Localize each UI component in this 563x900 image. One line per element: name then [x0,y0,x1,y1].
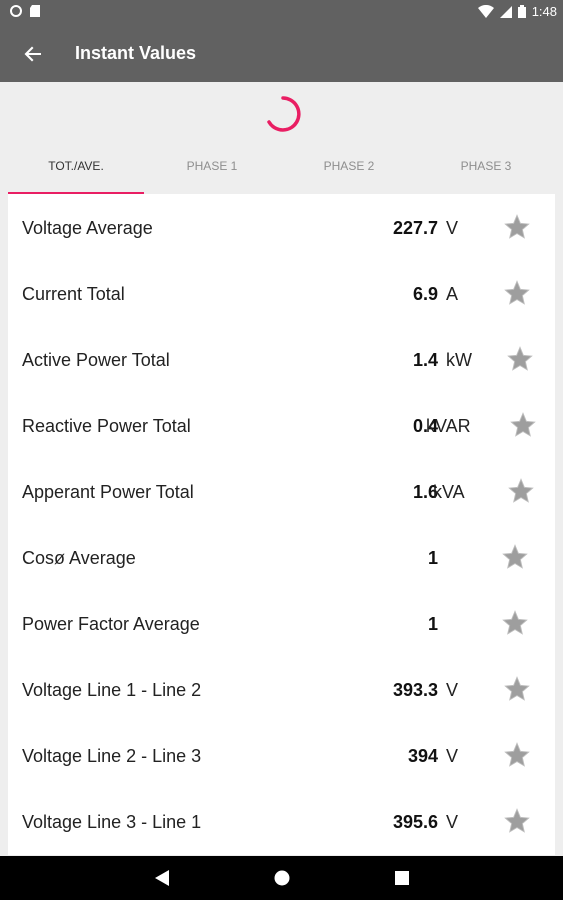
star-icon[interactable] [503,807,531,835]
star-icon[interactable] [503,213,531,241]
row-value: 394 [407,746,438,766]
row-value: 1 [427,548,438,568]
row-unit: kVAR [426,416,471,436]
row-value: 393.3 [392,680,438,700]
row-label: Voltage Average [22,218,153,238]
nav-back-button[interactable] [152,868,172,888]
row-value: 1.4 [412,350,438,370]
row-label: Power Factor Average [22,614,200,634]
row-label: Reactive Power Total [22,416,191,436]
row-unit: V [446,812,459,832]
star-icon[interactable] [503,279,531,307]
list-item: Power Factor Average 1 [8,591,555,658]
list-item: Voltage Line 2 - Line 3 394 V [8,723,555,790]
tab-phase-2[interactable]: PHASE 2 [281,146,417,194]
nav-home-icon [274,870,290,886]
clock: 1:48 [531,4,557,19]
row-label: Voltage Line 3 - Line 1 [22,812,202,832]
list-item: Voltage Average 227.7 V [8,195,555,262]
nav-home-button[interactable] [272,868,292,888]
star-icon[interactable] [503,675,531,703]
nav-recents-button[interactable] [392,868,412,888]
row-label: Apperant Power Total [22,482,194,502]
wifi-icon [477,5,494,18]
list-item: Reactive Power Total 0.4 kVAR [8,393,555,460]
row-value: 6.9 [412,284,438,304]
star-icon[interactable] [503,741,531,769]
star-icon[interactable] [506,345,534,373]
list-item: Cosø Average 1 [8,525,555,592]
star-icon[interactable] [507,477,535,505]
page-title: Instant Values [75,43,197,63]
star-icon[interactable] [501,609,529,637]
status-bar: 1:48 [0,0,563,24]
row-unit: kW [446,350,472,370]
star-icon[interactable] [501,543,529,571]
row-label: Voltage Line 1 - Line 2 [22,680,202,700]
row-label: Voltage Line 2 - Line 3 [22,746,202,766]
notification-icon [10,5,22,17]
row-unit: A [446,284,459,304]
nav-back-icon [155,870,169,886]
loading-spinner-icon [267,96,301,132]
row-value: 227.7 [392,218,438,238]
star-icon[interactable] [509,411,537,439]
row-label: Current Total [22,284,125,304]
row-label: Cosø Average [22,548,136,568]
content-card: TOT./AVE. PHASE 1 PHASE 2 PHASE 3 Voltag… [8,90,555,855]
back-arrow-icon [24,46,41,62]
list-item: Voltage Line 3 - Line 1 395.6 V [8,789,555,855]
row-unit: V [446,218,459,238]
nav-recents-icon [395,871,409,885]
row-unit: V [446,746,459,766]
battery-icon [517,5,526,18]
list-item: Apperant Power Total 1.6 kVA [8,459,555,526]
row-unit: kVA [433,482,465,502]
tab-phase-1[interactable]: PHASE 1 [144,146,280,194]
back-button[interactable] [18,39,48,69]
row-unit: V [446,680,459,700]
row-label: Active Power Total [22,350,170,370]
tab-header: TOT./AVE. PHASE 1 PHASE 2 PHASE 3 [8,90,555,194]
list-item: Voltage Line 1 - Line 2 393.3 V [8,657,555,724]
tab-phase-3[interactable]: PHASE 3 [418,146,554,194]
list-item: Current Total 6.9 A [8,261,555,328]
sd-card-icon [30,5,40,17]
app-bar: Instant Values [0,24,563,82]
tab-tot-ave[interactable]: TOT./AVE. [8,146,144,194]
list-item: Active Power Total 1.4 kW [8,327,555,394]
row-value: 395.6 [392,812,438,832]
row-value: 1 [427,614,438,634]
signal-icon [499,5,512,18]
active-tab-indicator [8,192,144,194]
system-nav-bar [0,856,563,900]
